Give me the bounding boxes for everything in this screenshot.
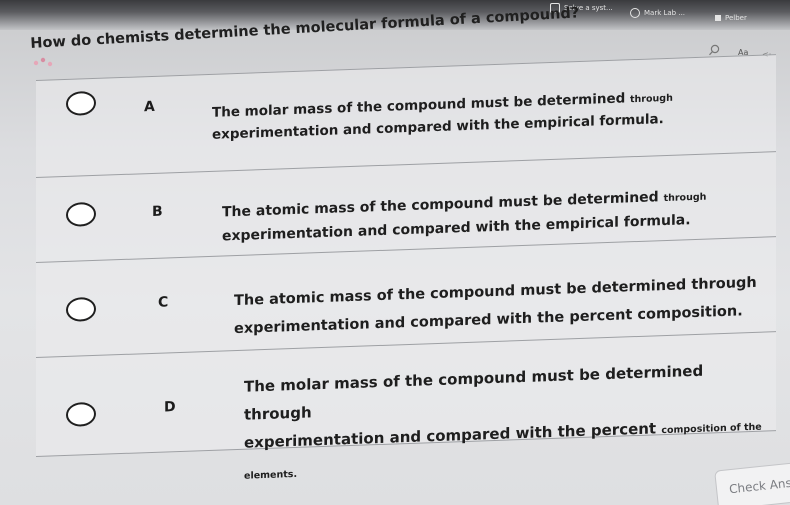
option-text: The molar mass of the compound must be d…: [244, 354, 776, 491]
option-text-line1-small: through: [663, 191, 707, 205]
option-text-line1-small: through: [630, 92, 673, 106]
tab-icon: [715, 15, 721, 21]
toolbar-tab-mark-label: Mark Lab ...: [644, 9, 686, 17]
toolbar-tab-pelber[interactable]: Pelber: [715, 14, 747, 22]
toolbar-tab-pelber-label: Pelber: [725, 14, 747, 22]
answer-options: A The molar mass of the compound must be…: [36, 54, 776, 482]
screen: Solve a syst... Mark Lab ... Pelber Aa <…: [0, 0, 790, 505]
option-letter: C: [158, 294, 169, 311]
option-text: The atomic mass of the compound must be …: [222, 185, 706, 249]
progress-dots-icon: [33, 57, 53, 67]
search-icon[interactable]: [708, 44, 720, 56]
radio-button-b[interactable]: [66, 201, 96, 227]
option-text: The atomic mass of the compound must be …: [234, 270, 757, 342]
toolbar-tab-mark[interactable]: Mark Lab ...: [630, 8, 685, 18]
radio-button-d[interactable]: [66, 401, 96, 427]
tab-icon: [630, 8, 640, 18]
option-letter: A: [144, 98, 155, 116]
option-letter: B: [152, 203, 163, 220]
option-text: The molar mass of the compound must be d…: [212, 87, 673, 146]
radio-button-a[interactable]: [66, 90, 96, 116]
radio-button-c[interactable]: [66, 296, 96, 322]
option-letter: D: [164, 399, 176, 416]
